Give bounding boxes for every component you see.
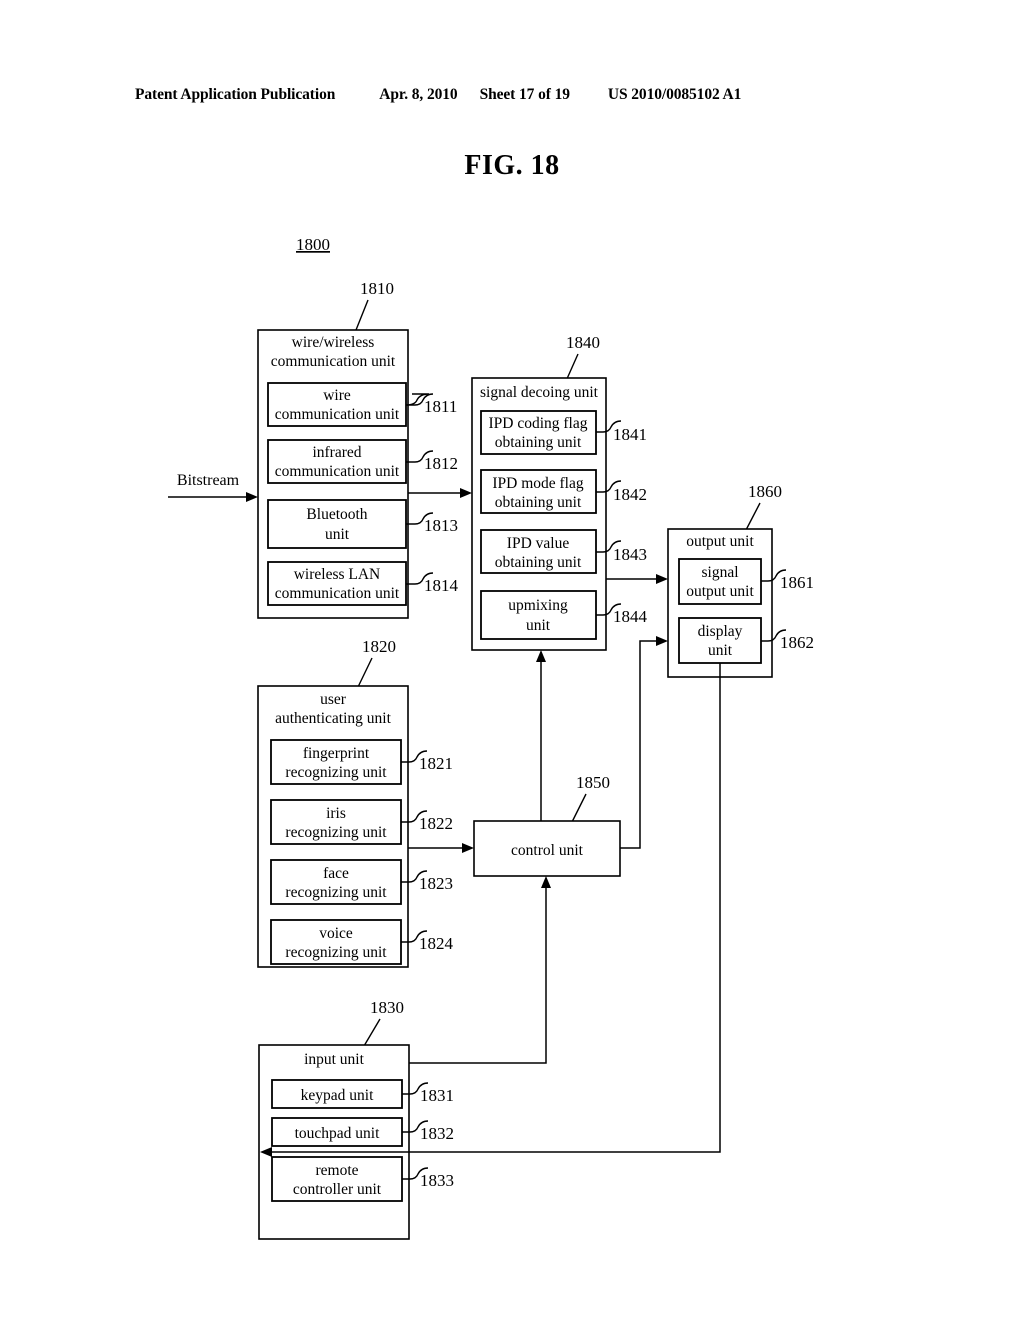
sub-block-keypad-unit-line1: keypad unit bbox=[301, 1087, 374, 1104]
arrow-control-to-display bbox=[656, 636, 668, 646]
reference-1833: 1833 bbox=[420, 1171, 454, 1190]
sub-block-infrared-comm-unit-line1: infrared bbox=[312, 444, 361, 461]
reference-1860: 1860 bbox=[748, 482, 782, 501]
reference-1830: 1830 bbox=[370, 998, 404, 1017]
reference-1840: 1840 bbox=[566, 333, 600, 352]
sub-block-ipd-mode-flag-unit-line1: IPD mode flag bbox=[492, 475, 584, 492]
reference-1843: 1843 bbox=[613, 545, 647, 564]
sub-block-face-unit-line2: recognizing unit bbox=[285, 884, 387, 901]
block-comm-unit-title-line1: wire/wireless bbox=[292, 334, 375, 351]
sub-block-upmixing-unit-line2: unit bbox=[526, 617, 551, 634]
reference-1850: 1850 bbox=[576, 773, 610, 792]
sub-block-signal-output-unit-line1: signal bbox=[701, 564, 738, 581]
arrow-decoder-to-signal-output bbox=[656, 574, 668, 584]
reference-1810: 1810 bbox=[360, 279, 394, 298]
reference-1813: 1813 bbox=[424, 516, 458, 535]
sub-block-ipd-coding-flag-unit-line2: obtaining unit bbox=[495, 434, 582, 451]
arrow-comm-to-decoder bbox=[460, 488, 472, 498]
arrow-control-to-decoder bbox=[536, 650, 546, 662]
sub-block-infrared-comm-unit-line2: communication unit bbox=[275, 463, 400, 480]
sub-block-face-unit-line1: face bbox=[323, 865, 349, 882]
bitstream-arrowhead bbox=[246, 492, 258, 502]
bitstream-label: Bitstream bbox=[177, 472, 240, 489]
reference-1812: 1812 bbox=[424, 454, 458, 473]
block-user-auth-unit-title-line2: authenticating unit bbox=[275, 710, 391, 727]
arrow-input-to-control bbox=[541, 876, 551, 888]
reference-1862: 1862 bbox=[780, 633, 814, 652]
sub-block-bluetooth-unit-line1: Bluetooth bbox=[306, 506, 367, 523]
sub-block-display-unit-line1: display bbox=[698, 623, 743, 640]
sub-block-touchpad-unit-line1: touchpad unit bbox=[295, 1125, 380, 1142]
reference-1820: 1820 bbox=[362, 637, 396, 656]
reference-1824: 1824 bbox=[419, 934, 454, 953]
sub-block-ipd-value-unit-line2: obtaining unit bbox=[495, 554, 582, 571]
arrow-auth-to-control bbox=[462, 843, 474, 853]
sub-block-fingerprint-unit-line1: fingerprint bbox=[303, 745, 370, 762]
block-output-unit-title: output unit bbox=[686, 533, 754, 550]
reference-1841: 1841 bbox=[613, 425, 647, 444]
system-reference-1800: 1800 bbox=[296, 235, 330, 254]
sub-block-wire-comm-unit-line2: communication unit bbox=[275, 406, 400, 423]
reference-1832: 1832 bbox=[420, 1124, 454, 1143]
reference-1814: 1814 bbox=[424, 576, 459, 595]
sub-block-ipd-coding-flag-unit-line1: IPD coding flag bbox=[488, 415, 587, 432]
block-input-unit-title: input unit bbox=[304, 1051, 365, 1068]
block-user-auth-unit-title-line1: user bbox=[320, 691, 347, 708]
block-signal-decoding-unit-title: signal decoing unit bbox=[480, 384, 599, 401]
reference-1844: 1844 bbox=[613, 607, 648, 626]
sub-block-ipd-value-unit-line1: IPD value bbox=[507, 535, 570, 552]
sub-block-upmixing-unit-line1: upmixing bbox=[508, 597, 568, 614]
sub-block-remote-controller-unit-line1: remote bbox=[315, 1162, 358, 1179]
sub-block-fingerprint-unit-line2: recognizing unit bbox=[285, 764, 387, 781]
sub-block-iris-unit-line1: iris bbox=[326, 805, 346, 822]
sub-block-iris-unit-line2: recognizing unit bbox=[285, 824, 387, 841]
reference-1821: 1821 bbox=[419, 754, 453, 773]
reference-1811: 1811 bbox=[424, 397, 457, 416]
sub-block-signal-output-unit-line2: output unit bbox=[686, 583, 754, 600]
block-diagram: 1800 1810 wire/wireless communication un… bbox=[168, 235, 814, 1240]
sub-block-wireless-lan-unit-line1: wireless LAN bbox=[294, 566, 381, 583]
sub-block-wireless-lan-unit-line2: communication unit bbox=[275, 585, 400, 602]
sub-block-remote-controller-unit-line2: controller unit bbox=[293, 1181, 382, 1198]
reference-1861: 1861 bbox=[780, 573, 814, 592]
sub-block-wire-comm-unit-line1: wire bbox=[323, 387, 351, 404]
sub-block-voice-unit-line1: voice bbox=[319, 925, 353, 942]
sub-block-display-unit-line2: unit bbox=[708, 642, 733, 659]
reference-1823: 1823 bbox=[419, 874, 453, 893]
reference-1831: 1831 bbox=[420, 1086, 454, 1105]
sub-block-bluetooth-unit-line2: unit bbox=[325, 526, 350, 543]
reference-1842: 1842 bbox=[613, 485, 647, 504]
block-control-unit-title: control unit bbox=[511, 842, 584, 859]
block-comm-unit-title-line2: communication unit bbox=[271, 353, 396, 370]
reference-1822: 1822 bbox=[419, 814, 453, 833]
sub-block-ipd-mode-flag-unit-line2: obtaining unit bbox=[495, 494, 582, 511]
sub-block-voice-unit-line2: recognizing unit bbox=[285, 944, 387, 961]
